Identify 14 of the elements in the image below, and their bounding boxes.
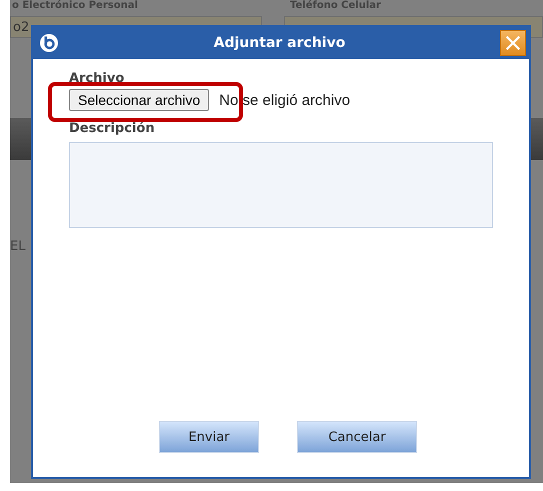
field-label: Descripción [69, 121, 156, 136]
field-label: Archivo [69, 71, 126, 86]
dialog-title: Adjuntar archivo [212, 35, 346, 51]
field-label: Teléfono Celular [289, 0, 382, 12]
dialog-button[interactable]: Cancelar [297, 421, 417, 453]
side-text: EL [10, 239, 26, 254]
close-button[interactable] [500, 30, 526, 56]
file-status: No se eligió archivo [219, 92, 350, 108]
logo-icon [39, 33, 59, 53]
dialog-button[interactable]: Enviar [159, 421, 259, 453]
choose-file-button[interactable]: Seleccionar archivo [69, 89, 210, 111]
close-icon [504, 34, 522, 52]
description-field[interactable] [69, 142, 493, 228]
field-label: o Electrónico Personal [11, 0, 139, 12]
